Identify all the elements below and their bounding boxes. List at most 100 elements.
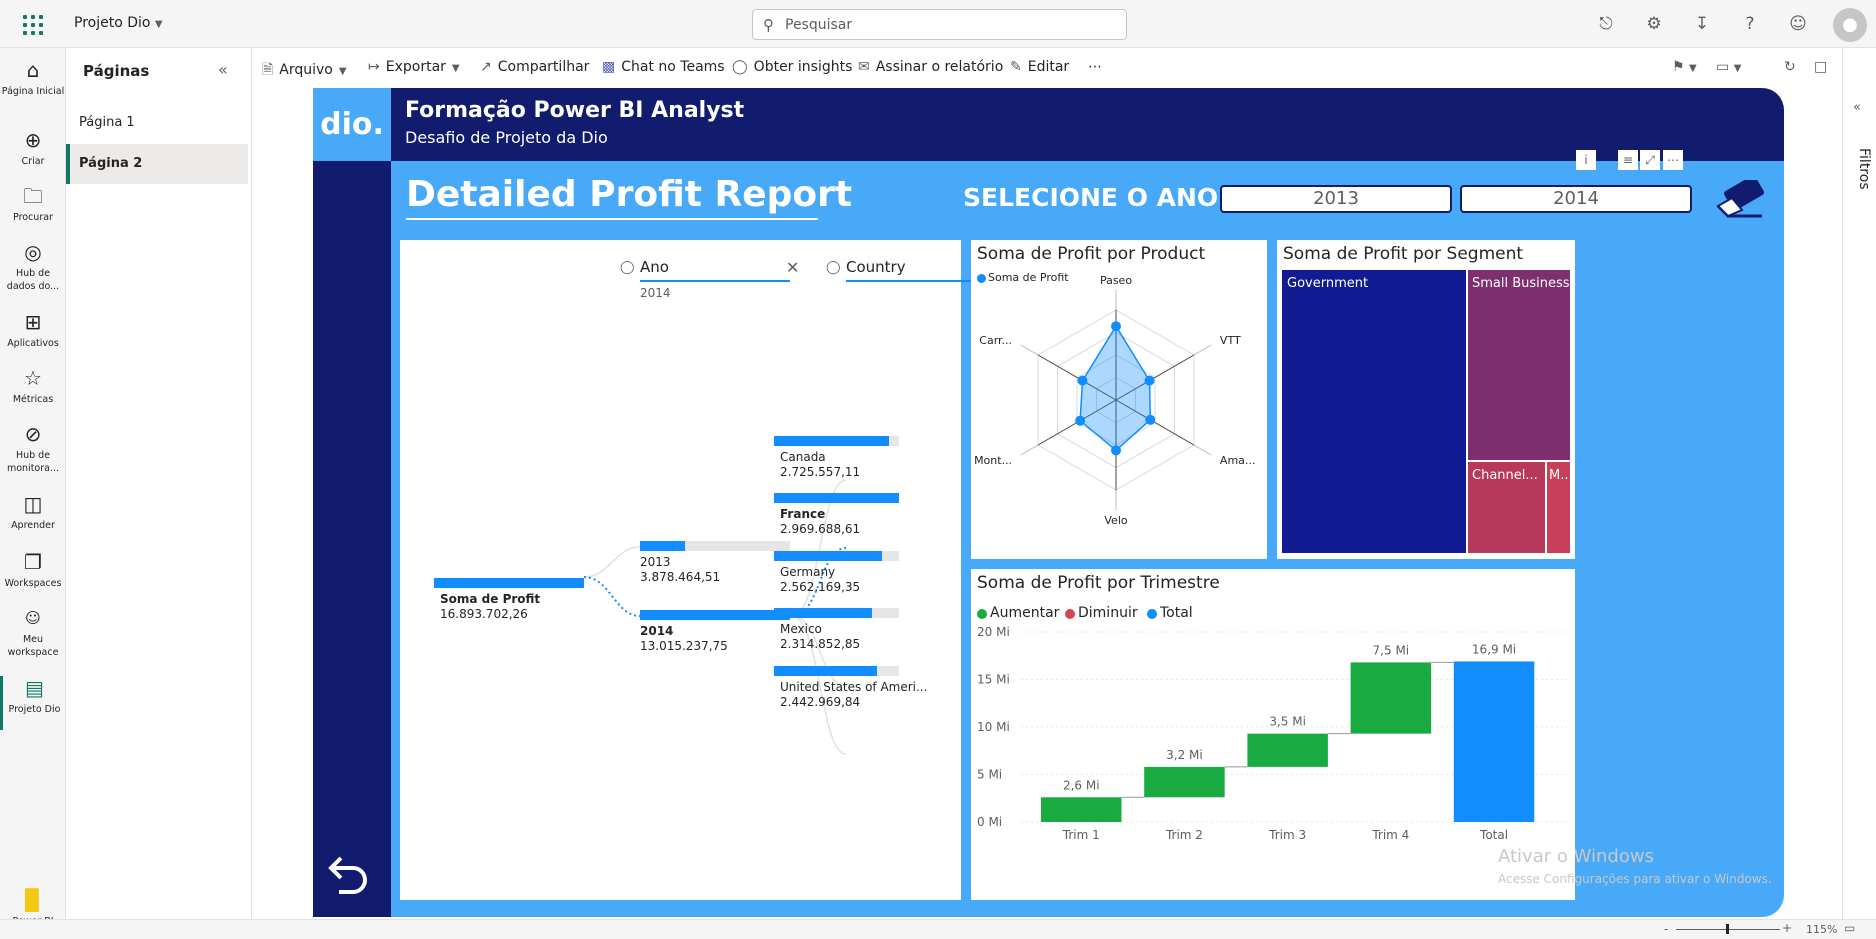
waterfall-panel[interactable]: Soma de Profit por Trimestre Aumentar Di…	[971, 569, 1575, 900]
radar-chart: Paseo VTT Ama... Velo Mont... Carr...	[974, 274, 1255, 527]
more-options-icon[interactable]: ⋯	[1088, 59, 1102, 75]
plus-icon: ⊕	[24, 128, 42, 152]
radar-category-label: Carr...	[979, 334, 1012, 347]
year-node-label[interactable]: 2013	[640, 555, 671, 569]
avatar[interactable]: ●	[1833, 8, 1867, 42]
report-title: Formação Power BI Analyst	[405, 98, 745, 123]
report-subtitle: Desafio de Projeto da Dio	[405, 128, 608, 147]
country-bar-fill	[774, 666, 877, 676]
rail-item-metrics[interactable]: ☆ Métricas	[0, 366, 66, 406]
search-icon: ⚲	[763, 16, 774, 34]
page-item-selected[interactable]: Página 2	[66, 144, 248, 184]
search-input[interactable]: ⚲ Pesquisar	[752, 9, 1127, 40]
bookmark-icon[interactable]: ⚑ ▼	[1672, 59, 1697, 75]
rail-item-home[interactable]: ⌂ Página Inicial	[0, 58, 66, 98]
country-node-label[interactable]: France	[780, 507, 825, 521]
collapse-pane-icon[interactable]: «	[218, 60, 228, 79]
insights-button[interactable]: ◯ Obter insights	[732, 59, 852, 75]
treemap-panel[interactable]: Soma de Profit por Segment Government Sm…	[1277, 240, 1575, 559]
waterfall-bar	[1144, 766, 1225, 798]
year-node-label[interactable]: 2014	[640, 624, 673, 638]
rail-item-workspaces[interactable]: ❐ Workspaces	[0, 550, 66, 590]
zoom-slider-thumb[interactable]	[1726, 924, 1729, 934]
compartilhar-label: Compartilhar	[497, 59, 590, 75]
country-node-label[interactable]: Germany	[780, 565, 835, 579]
country-bar-track[interactable]	[774, 551, 899, 561]
waterfall-bar	[1247, 733, 1328, 767]
info-icon[interactable]: i	[1576, 150, 1596, 170]
focus-mode-icon[interactable]: ⤢	[1640, 150, 1660, 170]
radar-chart-panel[interactable]: Soma de Profit por Product Soma de Profi…	[971, 240, 1267, 559]
rail-item-data-hub[interactable]: ◎ Hub de dados do...	[0, 240, 66, 293]
rail-item-browse[interactable]: 🗀 Procurar	[0, 184, 66, 224]
exportar-menu[interactable]: ↦ Exportar ▼	[368, 59, 460, 75]
monitor-hub-icon: ⊘	[24, 422, 42, 446]
help-icon[interactable]: ?	[1738, 12, 1762, 36]
year-button-2013[interactable]: 2013	[1220, 185, 1452, 213]
x-tick-label: Trim 1	[1062, 828, 1100, 842]
treemap-tile-channel[interactable]: Channel...	[1468, 462, 1545, 553]
comment-icon[interactable]: □	[1814, 59, 1827, 75]
rail-label: Aprender	[11, 520, 55, 531]
gear-icon[interactable]: ⚙	[1642, 12, 1666, 36]
treemap-tile-government[interactable]: Government	[1282, 270, 1466, 553]
filters-pane[interactable]: « Filtros	[1842, 48, 1876, 919]
rail-item-projeto-dio[interactable]: ▤ Projeto Dio	[0, 676, 66, 730]
refresh-icon[interactable]: ↻	[1784, 59, 1796, 75]
rail-item-my-workspace[interactable]: ☺ Meu workspace	[0, 606, 66, 659]
bell-icon[interactable]: ⎋	[1594, 12, 1618, 36]
rail-item-learn[interactable]: ◫ Aprender	[0, 492, 66, 532]
radar-category-label: Velo	[1104, 514, 1127, 527]
pages-title: Páginas	[83, 62, 150, 80]
assinar-button[interactable]: ✉ Assinar o relatório	[858, 59, 1003, 75]
page-item[interactable]: Página 1	[66, 103, 248, 143]
folder-icon: 🗀	[23, 184, 43, 208]
rail-label: Hub de monitora...	[6, 450, 60, 474]
root-bar[interactable]	[434, 578, 584, 588]
zoom-in-button[interactable]: +	[1782, 921, 1792, 935]
country-node-label[interactable]: Mexico	[780, 622, 822, 636]
apps-icon: ⊞	[24, 310, 42, 334]
rail-label: Projeto Dio	[8, 704, 61, 715]
status-bar: - + 115% ▭	[0, 919, 1876, 939]
pencil-icon: ✎	[1010, 59, 1022, 75]
x-tick-label: Trim 4	[1371, 828, 1409, 842]
radar-category-label: Ama...	[1220, 454, 1255, 467]
radar-category-label: VTT	[1220, 334, 1241, 347]
country-bar-track[interactable]	[774, 493, 899, 503]
rail-item-create[interactable]: ⊕ Criar	[0, 128, 66, 168]
radar-category-label: Paseo	[1100, 274, 1132, 287]
feedback-smile-icon[interactable]: ☺	[1786, 12, 1810, 36]
eraser-icon[interactable]	[1712, 175, 1768, 220]
country-node-label[interactable]: Canada	[780, 450, 826, 464]
fit-page-icon[interactable]: ▭	[1844, 921, 1855, 935]
radar-category-label: Mont...	[974, 454, 1012, 467]
expand-filters-icon[interactable]: «	[1853, 100, 1861, 115]
more-options-icon[interactable]: ⋯	[1663, 150, 1683, 170]
year-bar-selected[interactable]	[640, 610, 790, 620]
radar-leader	[1020, 444, 1039, 456]
arquivo-menu[interactable]: 🗎 Arquivo ▼	[262, 59, 347, 83]
zoom-out-button[interactable]: -	[1664, 922, 1668, 936]
filter-icon[interactable]: ≡	[1618, 150, 1638, 170]
view-icon[interactable]: ▭ ▼	[1716, 59, 1741, 75]
country-node-label[interactable]: United States of Ameri...	[780, 680, 927, 694]
root-label: Soma de Profit	[440, 592, 541, 606]
country-bar-track[interactable]	[774, 666, 899, 676]
country-bar-track[interactable]	[774, 436, 899, 446]
chat-teams-button[interactable]: ▩ Chat no Teams	[602, 59, 725, 75]
editar-button[interactable]: ✎ Editar	[1010, 59, 1069, 75]
workspace-switcher[interactable]: Projeto Dio ▼	[74, 15, 163, 31]
treemap-tile-small-business[interactable]: Small Business	[1468, 270, 1570, 460]
compartilhar-button[interactable]: ↗ Compartilhar	[480, 59, 589, 75]
back-arrow-icon[interactable]	[325, 848, 373, 896]
download-icon[interactable]: ↧	[1690, 12, 1714, 36]
treemap-tile-m[interactable]: M...	[1547, 462, 1573, 553]
country-bar-track[interactable]	[774, 608, 899, 618]
rail-item-monitor-hub[interactable]: ⊘ Hub de monitora...	[0, 422, 66, 475]
year-button-2014[interactable]: 2014	[1460, 185, 1692, 213]
decomposition-tree[interactable]: ◯ Ano ✕ 2014 ◯ Country ✕ Soma de Profit …	[400, 240, 1005, 900]
app-launcher-icon[interactable]	[20, 12, 46, 38]
rail-item-apps[interactable]: ⊞ Aplicativos	[0, 310, 66, 350]
rail-label: Página Inicial	[1, 86, 65, 97]
